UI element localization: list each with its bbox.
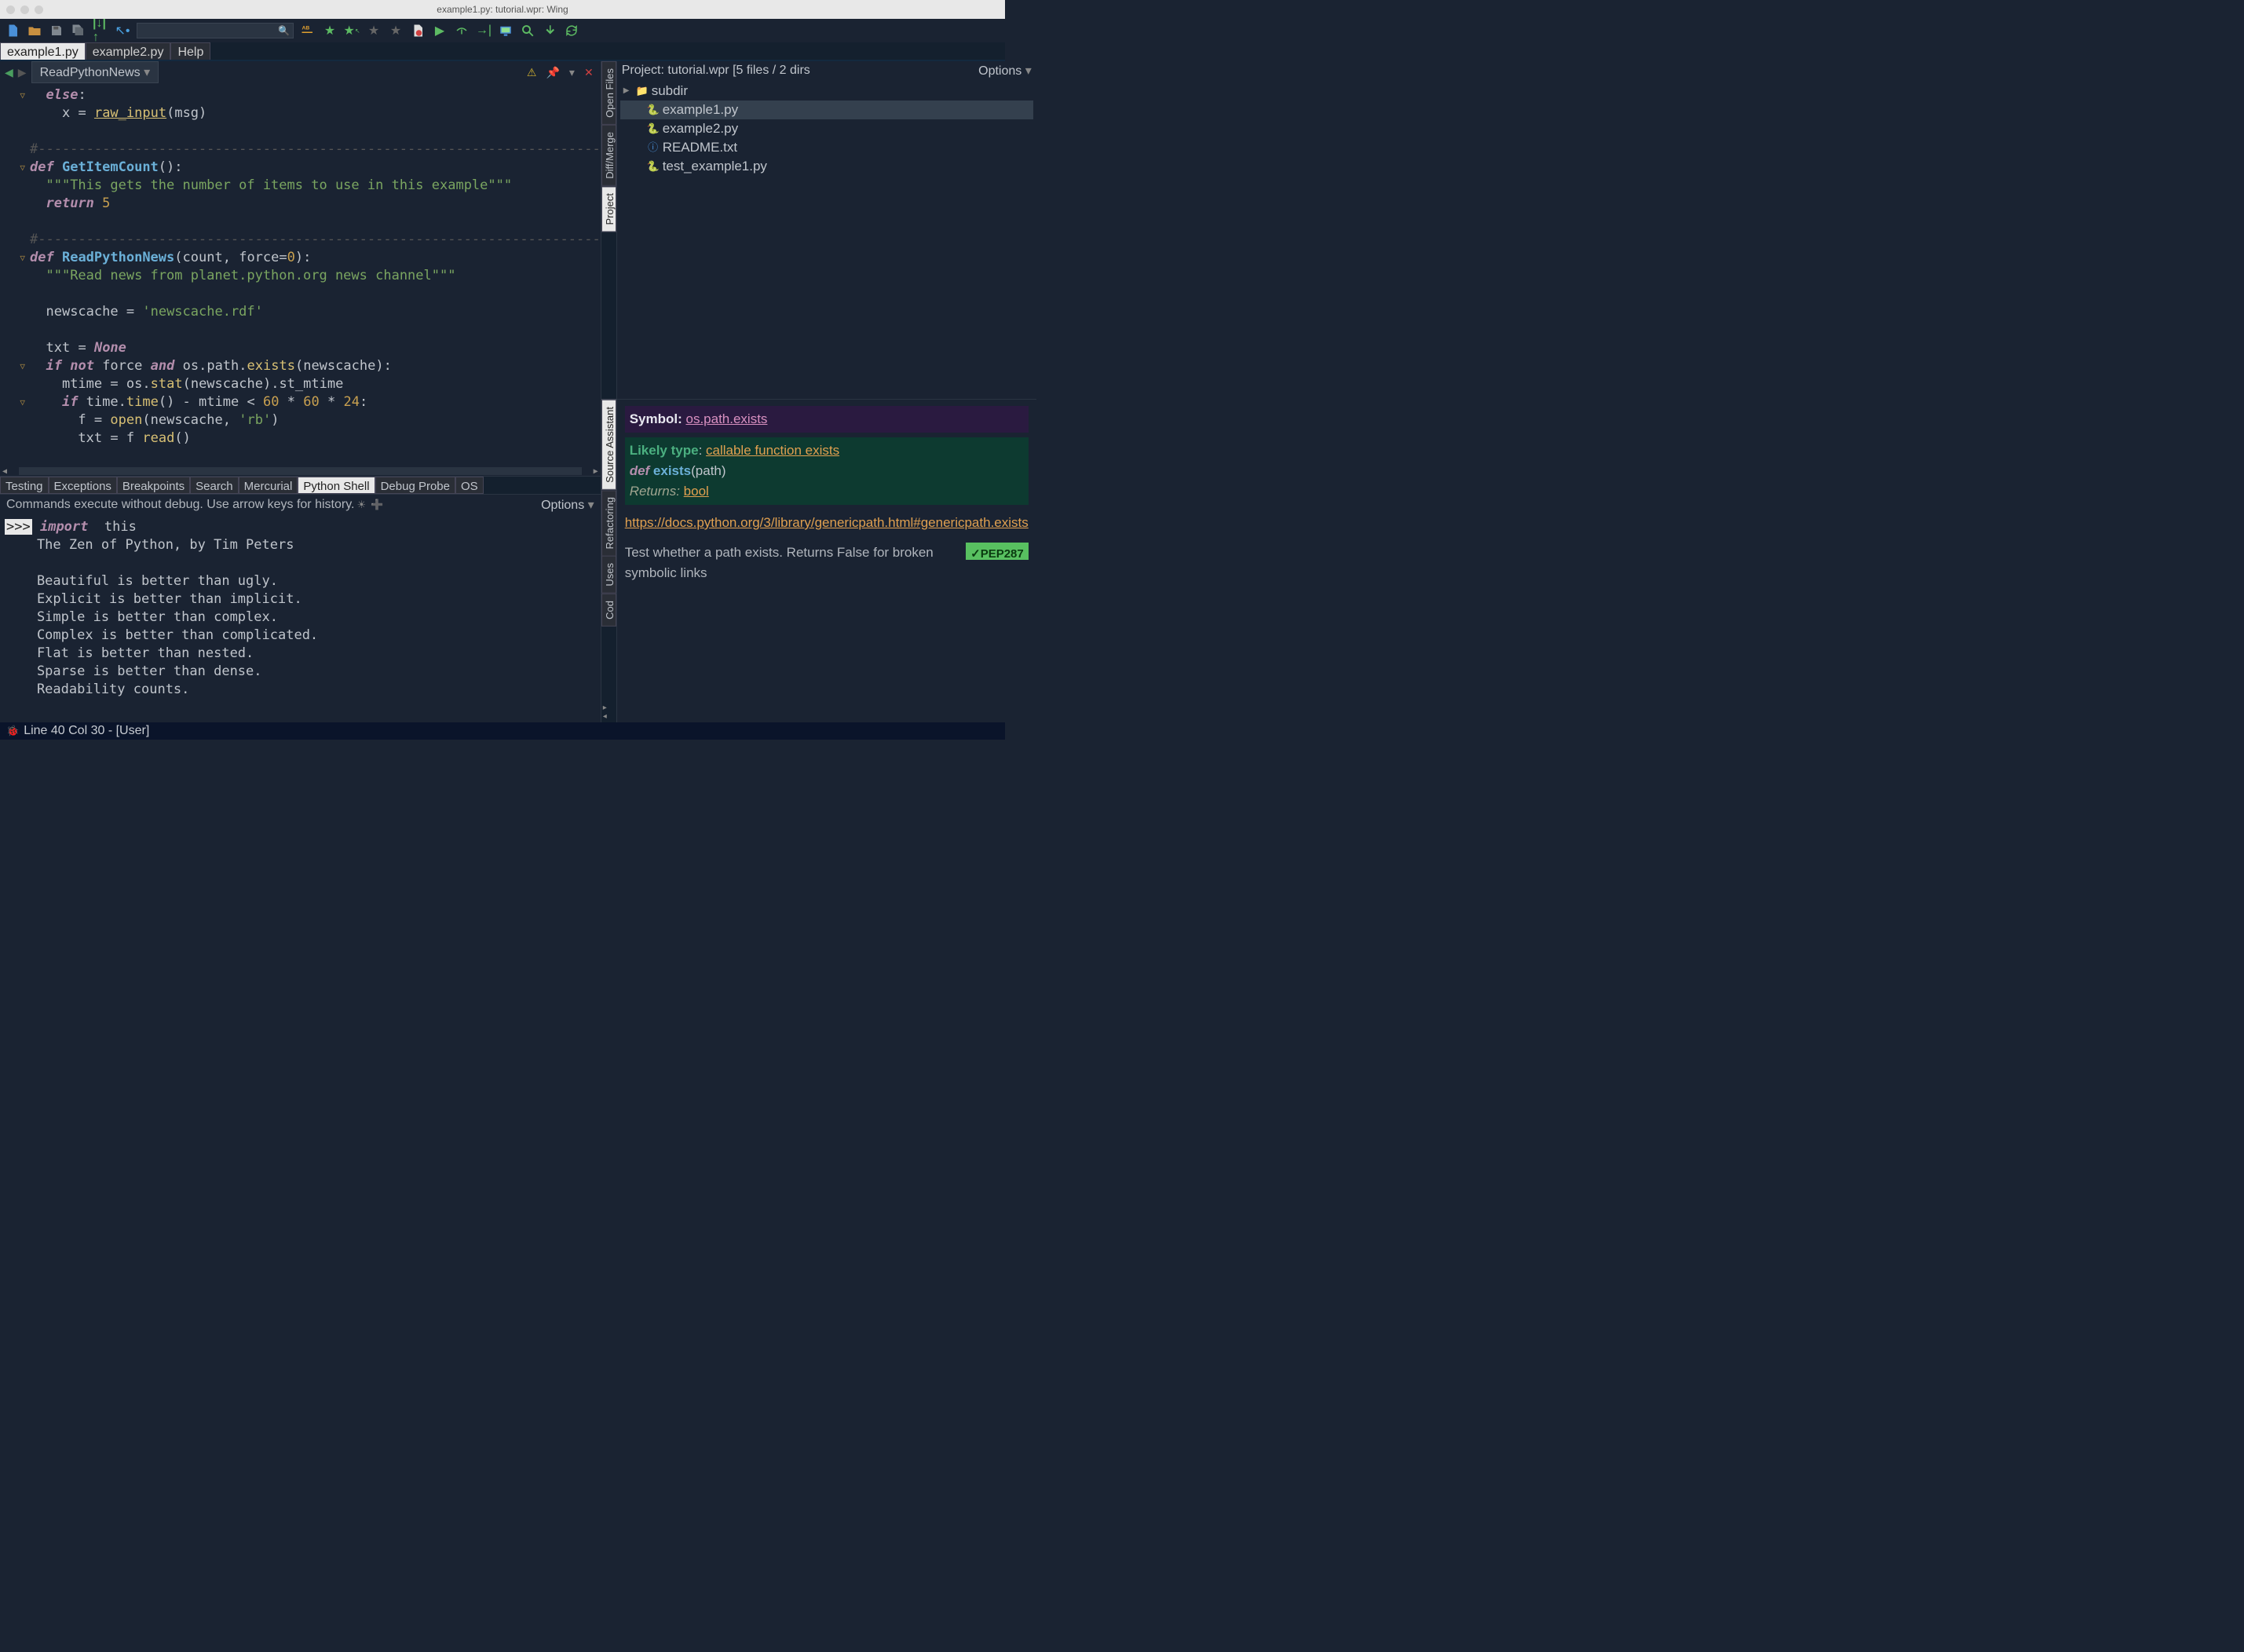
bottom-tab-exceptions[interactable]: Exceptions bbox=[49, 477, 117, 494]
editor-code-area[interactable]: else: x = raw_input(msg) #--------------… bbox=[30, 83, 601, 476]
stop-debug-icon[interactable] bbox=[410, 23, 426, 38]
vtab-refactoring[interactable]: Refactoring bbox=[601, 490, 616, 556]
close-editor-icon[interactable]: ✕ bbox=[584, 66, 594, 79]
tree-row-test_example1-py[interactable]: 🐍test_example1.py bbox=[620, 157, 1033, 176]
bookmark-next-icon[interactable]: ★ bbox=[388, 23, 404, 38]
folder-icon: 📁 bbox=[636, 85, 649, 97]
bottom-tab-bar: TestingExceptionsBreakpointsSearchMercur… bbox=[0, 476, 601, 495]
bottom-tab-search[interactable]: Search bbox=[190, 477, 239, 494]
new-file-icon[interactable] bbox=[5, 23, 20, 38]
sa-description: Test whether a path exists. Returns Fals… bbox=[625, 543, 956, 583]
sa-symbol-row: Symbol: os.path.exists bbox=[625, 406, 1029, 433]
tree-row-example2-py[interactable]: 🐍example2.py bbox=[620, 119, 1033, 138]
vtab-uses[interactable]: Uses bbox=[601, 556, 616, 594]
project-panel: Project: tutorial.wpr [5 files / 2 dirs … bbox=[617, 61, 1036, 399]
editor-navbar: ◀ ▶ ReadPythonNews ▾ ⚠ 📌 ▾ ✕ bbox=[0, 61, 601, 83]
bottom-tab-debug-probe[interactable]: Debug Probe bbox=[375, 477, 455, 494]
txt-icon: ⓘ bbox=[647, 141, 660, 154]
vtab-project[interactable]: Project bbox=[601, 186, 616, 232]
shell-hint: Commands execute without debug. Use arro… bbox=[6, 498, 354, 512]
symbol-selector-label: ReadPythonNews bbox=[40, 66, 141, 79]
bookmark-prev-icon[interactable]: ★ bbox=[366, 23, 382, 38]
tree-row-README-txt[interactable]: ⓘREADME.txt bbox=[620, 138, 1033, 157]
bug-icon[interactable]: 🐞 bbox=[6, 725, 19, 737]
project-tree[interactable]: ▶📁subdir🐍example1.py🐍example2.pyⓘREADME.… bbox=[617, 80, 1036, 399]
shell-options[interactable]: Options ▾ bbox=[541, 497, 594, 513]
svg-text:AB: AB bbox=[302, 26, 310, 31]
status-bar: 🐞 Line 40 Col 30 - [User] bbox=[0, 722, 1005, 740]
status-text: Line 40 Col 30 - [User] bbox=[24, 724, 149, 738]
find-replace-icon[interactable]: AB bbox=[300, 23, 316, 38]
warning-icon[interactable]: ⚠ bbox=[527, 66, 537, 79]
debug-console-icon[interactable] bbox=[498, 23, 513, 38]
shell-sun-icon[interactable]: ☀ bbox=[356, 499, 366, 511]
editor-gutter[interactable]: ▽ ▽ ▽ ▽ ▽ bbox=[0, 83, 30, 476]
step-into-icon[interactable]: →| bbox=[476, 23, 492, 38]
save-icon[interactable] bbox=[49, 23, 64, 38]
sa-type-link[interactable]: callable function exists bbox=[706, 443, 839, 458]
shell-add-icon[interactable]: ➕ bbox=[371, 499, 383, 511]
zoom-icon[interactable] bbox=[520, 23, 535, 38]
bottom-tab-os[interactable]: OS bbox=[455, 477, 484, 494]
editor-hscrollbar[interactable]: ◀ ▶ bbox=[0, 466, 601, 476]
vtab-open-files[interactable]: Open Files bbox=[601, 61, 616, 125]
pin-icon[interactable]: 📌 bbox=[546, 66, 559, 79]
bottom-tab-mercurial[interactable]: Mercurial bbox=[239, 477, 298, 494]
symbol-selector[interactable]: ReadPythonNews ▾ bbox=[31, 61, 159, 83]
editor-tab-example1[interactable]: example1.py bbox=[0, 42, 86, 60]
window-title: example1.py: tutorial.wpr: Wing bbox=[0, 4, 1005, 15]
sa-returns-link[interactable]: bool bbox=[684, 484, 709, 499]
sa-symbol-link[interactable]: os.path.exists bbox=[685, 411, 767, 426]
editor-tab-help[interactable]: Help bbox=[170, 42, 210, 60]
py-icon: 🐍 bbox=[647, 160, 660, 173]
bookmark-star-icon[interactable]: ★ bbox=[322, 23, 338, 38]
goto-definition-icon[interactable]: ↖• bbox=[115, 23, 130, 38]
scroll-left-icon[interactable]: ◀ bbox=[0, 462, 9, 477]
project-options[interactable]: Options ▾ bbox=[978, 63, 1032, 79]
vtab-source-assistant[interactable]: Source Assistant bbox=[601, 400, 616, 490]
editor-tab-bar: example1.py example2.py Help bbox=[0, 42, 1005, 61]
nav-forward-icon[interactable]: ▶ bbox=[18, 66, 27, 79]
bottom-tab-python-shell[interactable]: Python Shell bbox=[298, 477, 375, 494]
vtab-diff-merge[interactable]: Diff/Merge bbox=[601, 125, 616, 186]
panel-resize-handle[interactable]: ▸◂ bbox=[601, 702, 609, 722]
shell-output-text: The Zen of Python, by Tim Peters Beautif… bbox=[5, 537, 318, 697]
bottom-tab-breakpoints[interactable]: Breakpoints bbox=[117, 477, 190, 494]
code-editor[interactable]: ▽ ▽ ▽ ▽ ▽ else: x = raw_input(msg) #----… bbox=[0, 83, 601, 476]
options-menu-icon[interactable]: ▾ bbox=[569, 66, 575, 79]
sa-doc-link[interactable]: https://docs.python.org/3/library/generi… bbox=[625, 513, 1029, 533]
right-vertical-tabs-bottom: Source AssistantRefactoringUsesCod bbox=[601, 400, 617, 722]
bottom-tab-testing[interactable]: Testing bbox=[0, 477, 49, 494]
vtab-cod[interactable]: Cod bbox=[601, 594, 616, 627]
nav-back-icon[interactable]: ◀ bbox=[5, 66, 13, 79]
editor-tab-example2[interactable]: example2.py bbox=[86, 42, 171, 60]
scroll-right-icon[interactable]: ▶ bbox=[591, 462, 601, 477]
toolbar-search[interactable]: 🔍 bbox=[137, 23, 294, 38]
project-header: Project: tutorial.wpr [5 files / 2 dirs bbox=[622, 64, 810, 78]
main-toolbar: |↓|↑ ↖• 🔍 AB ★ ★↖ ★ ★ ▶ →| bbox=[0, 19, 1005, 42]
save-all-icon[interactable] bbox=[71, 23, 86, 38]
search-icon[interactable]: 🔍 bbox=[275, 25, 293, 36]
right-vertical-tabs-top: Open FilesDiff/MergeProject bbox=[601, 61, 617, 399]
run-debug-icon[interactable]: ▶ bbox=[432, 23, 448, 38]
toolbar-search-input[interactable] bbox=[137, 25, 275, 36]
shell-prompt: >>> bbox=[5, 519, 32, 535]
py-icon: 🐍 bbox=[647, 122, 660, 135]
window-titlebar: example1.py: tutorial.wpr: Wing bbox=[0, 0, 1005, 19]
download-icon[interactable] bbox=[542, 23, 557, 38]
step-over-icon[interactable] bbox=[454, 23, 470, 38]
python-shell-panel: Commands execute without debug. Use arro… bbox=[0, 495, 601, 722]
tree-row-subdir[interactable]: ▶📁subdir bbox=[620, 82, 1033, 101]
tree-row-example1-py[interactable]: 🐍example1.py bbox=[620, 101, 1033, 119]
shell-output[interactable]: >>> import this The Zen of Python, by Ti… bbox=[0, 515, 601, 722]
py-icon: 🐍 bbox=[647, 104, 660, 116]
indentation-icon[interactable]: |↓|↑ bbox=[93, 23, 108, 38]
open-file-icon[interactable] bbox=[27, 23, 42, 38]
sa-type-row: Likely type: callable function exists de… bbox=[625, 437, 1029, 505]
sync-icon[interactable] bbox=[564, 23, 579, 38]
sa-pep-badge: ✓PEP287 bbox=[966, 543, 1029, 560]
source-assistant-panel: Symbol: os.path.exists Likely type: call… bbox=[617, 400, 1036, 722]
bookmark-cursor-icon[interactable]: ★↖ bbox=[344, 23, 360, 38]
